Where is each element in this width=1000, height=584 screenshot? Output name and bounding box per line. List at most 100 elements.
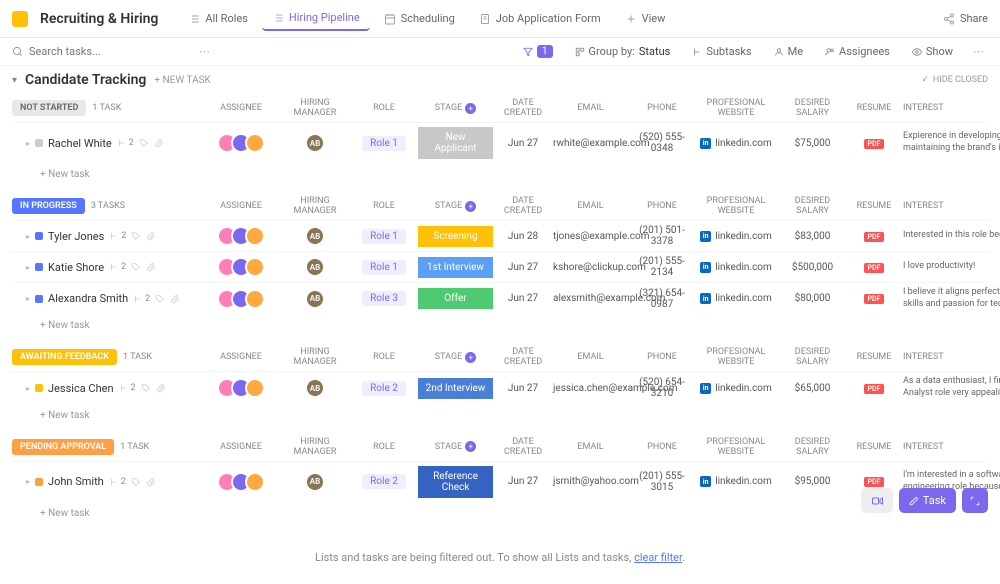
col-manager[interactable]: HIRING MANAGER (280, 437, 350, 457)
task-name[interactable]: John Smith (48, 475, 104, 488)
col-role[interactable]: ROLE (354, 103, 414, 113)
expand-arrow-icon[interactable]: ▸ (26, 294, 30, 303)
col-stage[interactable]: STAGE + (418, 352, 493, 363)
col-salary[interactable]: DESIRED SALARY (780, 347, 845, 367)
attachment-icon[interactable] (146, 477, 156, 487)
subtask-count[interactable]: 2 (109, 477, 126, 487)
website-cell[interactable]: inlinkedin.com (696, 383, 776, 394)
col-date[interactable]: DATE CREATED (497, 98, 549, 118)
col-assignee[interactable]: ASSIGNEE (206, 352, 276, 362)
assignee-cell[interactable] (206, 378, 276, 398)
attachment-icon[interactable] (156, 383, 166, 393)
col-manager[interactable]: HIRING MANAGER (280, 347, 350, 367)
email-cell[interactable]: rwhite@example.com (553, 138, 628, 149)
attachment-icon[interactable] (154, 138, 164, 148)
plus-icon[interactable]: + (465, 103, 476, 114)
email-cell[interactable]: tjones@example.com (553, 231, 628, 242)
task-name[interactable]: Rachel White (48, 137, 112, 150)
assignee-cell[interactable] (206, 133, 276, 153)
stage-cell[interactable]: Screening (418, 226, 493, 247)
manager-cell[interactable]: AB (280, 133, 350, 153)
status-square[interactable] (35, 263, 43, 271)
assignee-cell[interactable] (206, 257, 276, 277)
role-pill[interactable]: Role 1 (362, 136, 406, 151)
clear-filter-link[interactable]: clear filter (634, 551, 682, 564)
website-cell[interactable]: inlinkedin.com (696, 231, 776, 242)
col-assignee[interactable]: ASSIGNEE (206, 201, 276, 211)
resume-cell[interactable]: PDF (849, 476, 899, 487)
col-website[interactable]: PROFESIONAL WEBSITE (696, 98, 776, 118)
assignee-cell[interactable] (206, 289, 276, 309)
tab-view[interactable]: View (615, 6, 676, 31)
col-interest[interactable]: INTEREST+ (903, 200, 1000, 212)
expand-arrow-icon[interactable]: ▸ (26, 477, 30, 486)
status-chip[interactable]: AWAITING FEEDBACK (12, 349, 117, 365)
col-interest[interactable]: INTEREST+ (903, 441, 1000, 453)
manager-cell[interactable]: AB (280, 289, 350, 309)
email-cell[interactable]: jessica.chen@example.com (553, 383, 628, 394)
resume-cell[interactable]: PDF (849, 138, 899, 149)
search-more-icon[interactable]: ⋯ (195, 45, 214, 58)
avatar[interactable]: AB (305, 257, 325, 277)
col-stage[interactable]: STAGE + (418, 201, 493, 212)
col-phone[interactable]: PHONE (632, 442, 692, 452)
role-pill[interactable]: Role 2 (362, 474, 406, 489)
tag-icon[interactable] (139, 138, 149, 148)
record-button[interactable] (861, 488, 893, 513)
plus-icon[interactable]: + (465, 441, 476, 452)
new-task-button[interactable]: + NEW TASK (154, 75, 210, 86)
new-task-fab[interactable]: Task (899, 488, 956, 513)
task-row[interactable]: ▸ Alexandra Smith 2 AB Role 3 Offer Jun … (12, 282, 988, 314)
col-assignee[interactable]: ASSIGNEE (206, 103, 276, 113)
stage-cell[interactable]: New Applicant (418, 127, 493, 159)
status-square[interactable] (35, 295, 43, 303)
col-salary[interactable]: DESIRED SALARY (780, 98, 845, 118)
manager-cell[interactable]: AB (280, 257, 350, 277)
resume-cell[interactable]: PDF (849, 262, 899, 273)
email-cell[interactable]: kshore@clickup.com (553, 262, 628, 273)
search-input[interactable] (29, 45, 189, 58)
avatar[interactable]: AB (305, 378, 325, 398)
manager-cell[interactable]: AB (280, 472, 350, 492)
col-email[interactable]: EMAIL (553, 201, 628, 211)
stage-cell[interactable]: 2nd Interview (418, 378, 493, 399)
col-resume[interactable]: RESUME (849, 352, 899, 362)
resume-cell[interactable]: PDF (849, 231, 899, 242)
email-cell[interactable]: jsmith@yahoo.com (553, 476, 628, 487)
role-pill[interactable]: Role 1 (362, 229, 406, 244)
col-assignee[interactable]: ASSIGNEE (206, 442, 276, 452)
subtask-count[interactable]: 2 (119, 383, 136, 393)
task-row[interactable]: ▸ Jessica Chen 2 AB Role 2 2nd Interview… (12, 371, 988, 403)
avatar[interactable] (245, 133, 265, 153)
tag-icon[interactable] (155, 294, 165, 304)
new-task-row[interactable]: + New task (12, 502, 988, 525)
expand-arrow-icon[interactable]: ▸ (26, 384, 30, 393)
avatar[interactable] (245, 226, 265, 246)
toolbar-more-icon[interactable]: ⋯ (969, 45, 988, 58)
stage-cell[interactable]: 1st Interview (418, 257, 493, 278)
avatar[interactable] (245, 378, 265, 398)
tab-job-application-form[interactable]: Job Application Form (469, 6, 611, 31)
avatar[interactable] (245, 289, 265, 309)
col-phone[interactable]: PHONE (632, 103, 692, 113)
role-pill[interactable]: Role 3 (362, 291, 406, 306)
assignees-button[interactable]: Assignees (819, 43, 896, 60)
email-cell[interactable]: alexsmith@example.com (553, 293, 628, 304)
avatar[interactable] (245, 257, 265, 277)
col-resume[interactable]: RESUME (849, 442, 899, 452)
filter-button[interactable]: 1 (517, 43, 559, 60)
col-website[interactable]: PROFESIONAL WEBSITE (696, 196, 776, 216)
col-stage[interactable]: STAGE + (418, 103, 493, 114)
avatar[interactable]: AB (305, 472, 325, 492)
status-square[interactable] (35, 478, 43, 486)
subtask-count[interactable]: 2 (109, 262, 126, 272)
manager-cell[interactable]: AB (280, 226, 350, 246)
assignee-cell[interactable] (206, 472, 276, 492)
subtask-count[interactable]: 2 (133, 294, 150, 304)
task-row[interactable]: ▸ John Smith 2 AB Role 2 Reference Check… (12, 461, 988, 502)
tag-icon[interactable] (131, 477, 141, 487)
plus-icon[interactable]: + (465, 201, 476, 212)
col-date[interactable]: DATE CREATED (497, 196, 549, 216)
task-row[interactable]: ▸ Tyler Jones 2 AB Role 1 Screening Jun … (12, 220, 988, 251)
role-pill[interactable]: Role 1 (362, 260, 406, 275)
